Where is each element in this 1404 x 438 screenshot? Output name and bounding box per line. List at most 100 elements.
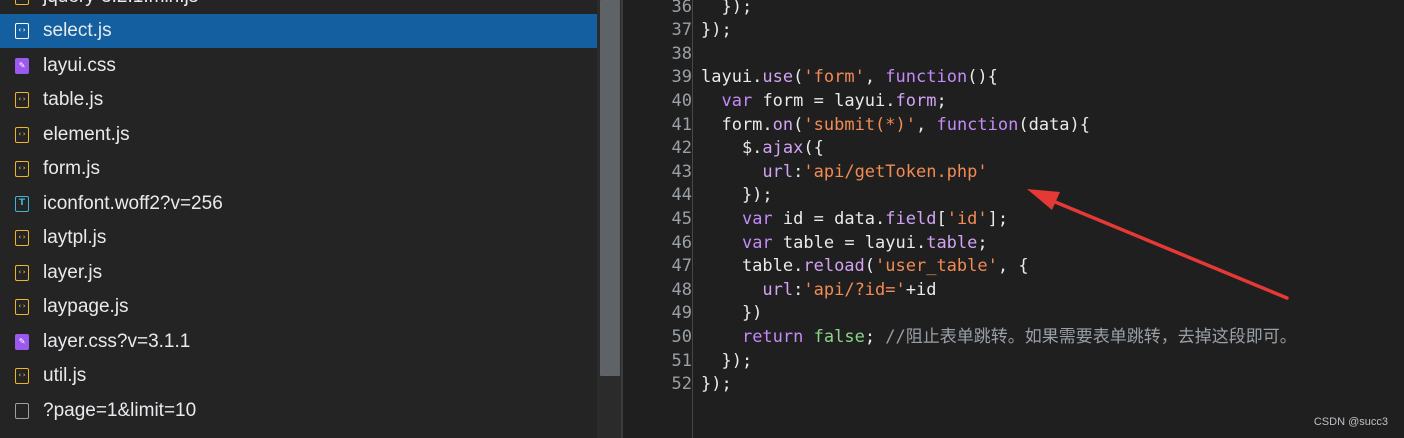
file-name-label: util.js [43, 365, 87, 386]
code-line[interactable]: }); [701, 184, 773, 208]
code-token: form [895, 90, 937, 111]
line-number: 41 [671, 114, 692, 135]
code-token: layui. [701, 67, 763, 88]
code-line[interactable]: layui.use('form', function(){ [701, 66, 998, 90]
line-number: 37 [671, 20, 692, 41]
font-file-icon: T [15, 196, 29, 212]
file-list-item[interactable]: ‹› laypage.js [0, 290, 597, 324]
code-token: }); [701, 350, 753, 371]
line-number-gutter: 36 37 38 39 40 41 42 43 44 45 46 47 48 49 50 51 52 [623, 0, 693, 438]
file-name-label: form.js [43, 158, 100, 179]
code-token: ( [793, 114, 804, 135]
file-name-label: select.js [43, 20, 112, 41]
code-token: form = layui. [752, 90, 896, 111]
file-name-label: table.js [43, 89, 104, 110]
file-list-item[interactable]: ‹› util.js [0, 359, 597, 393]
code-token: }); [701, 0, 753, 17]
code-line[interactable]: var form = layui.form; [701, 90, 947, 114]
code-token: ( [793, 67, 804, 88]
code-token: table = layui. [772, 232, 927, 253]
line-number: 52 [671, 374, 692, 395]
file-name-label: laytpl.js [43, 227, 107, 248]
code-line[interactable]: }); [701, 373, 732, 397]
file-list-item[interactable]: ‹› jquery-3.2.1.min.js [0, 0, 597, 14]
css-file-icon: ✎ [15, 58, 29, 74]
code-token: ({ [803, 138, 824, 159]
code-line[interactable]: var table = layui.table; [701, 232, 988, 256]
code-token: function [885, 67, 968, 88]
code-token: 'api/getToken.php' [803, 161, 988, 182]
line-number: 36 [671, 0, 692, 17]
file-list-item[interactable]: ‹› form.js [0, 152, 597, 186]
file-name-label: layer.js [43, 262, 103, 283]
file-list-item[interactable]: ?page=1&limit=10 [0, 394, 597, 428]
code-line[interactable]: }); [701, 0, 752, 19]
file-list-item[interactable]: ✎ layui.css [0, 49, 597, 83]
js-file-icon: ‹› [15, 23, 29, 39]
line-number: 38 [671, 43, 692, 64]
line-number: 51 [671, 350, 692, 371]
code-token: (){ [967, 67, 998, 88]
code-token: }); [701, 374, 732, 395]
code-token: , [915, 114, 937, 135]
code-token: var [721, 90, 753, 111]
code-line[interactable]: return false; //阻止表单跳转。如果需要表单跳转，去掉这段即可。 [701, 326, 1297, 350]
code-token: }) [701, 303, 763, 324]
code-token: ; [864, 326, 886, 347]
file-list-item[interactable]: ✎ layer.css?v=3.1.1 [0, 325, 597, 359]
file-name-label: jquery-3.2.1.min.js [43, 0, 198, 14]
code-token: 'api/?id=' [803, 279, 906, 300]
file-list-item[interactable]: ‹› select.js [0, 14, 597, 48]
code-token: function [936, 114, 1019, 135]
code-token: false [813, 326, 865, 347]
line-number: 49 [671, 303, 692, 324]
file-list-item[interactable]: Ticonfont.woff2?v=256 [0, 187, 597, 221]
file-list-scrollbar-thumb[interactable] [600, 0, 620, 376]
code-token: : [793, 161, 804, 182]
network-file-list: ‹› jquery-3.2.1.min.js ‹› select.js ✎ layui.c… [0, 0, 597, 438]
code-line[interactable]: form.on('submit(*)', function(data){ [701, 114, 1090, 138]
code-line[interactable]: }); [701, 19, 732, 43]
code-line[interactable]: url:'api/getToken.php' [701, 161, 988, 185]
code-line[interactable]: var id = data.field['id']; [701, 208, 1008, 232]
code-token: , [864, 67, 886, 88]
code-editor[interactable]: 36 37 38 39 40 41 42 43 44 45 46 47 48 49 50 51 52 });})… [623, 0, 1404, 438]
file-name-label: layer.css?v=3.1.1 [43, 331, 191, 352]
document-file-icon [15, 403, 29, 419]
file-list-item[interactable]: ‹› laytpl.js [0, 221, 597, 255]
code-token: table [926, 232, 978, 253]
code-line[interactable]: $.ajax({ [701, 137, 824, 161]
file-list-item[interactable]: ‹› layer.js [0, 256, 597, 290]
code-token: 'user_table' [875, 256, 998, 277]
code-token: 'form' [803, 67, 865, 88]
js-file-icon: ‹› [15, 92, 29, 108]
code-line[interactable]: }); [701, 350, 752, 374]
code-token: +id [905, 279, 937, 300]
code-token: url [762, 161, 794, 182]
code-line[interactable]: table.reload('user_table', { [701, 255, 1029, 279]
line-number: 46 [671, 232, 692, 253]
file-list-item[interactable]: ‹› element.js [0, 118, 597, 152]
code-token: [ [936, 208, 947, 229]
file-name-label: iconfont.woff2?v=256 [43, 193, 223, 214]
code-token: url [762, 279, 794, 300]
code-token: return [741, 326, 804, 347]
file-name-label: ?page=1&limit=10 [43, 400, 197, 421]
code-line[interactable]: url:'api/?id='+id [701, 279, 936, 303]
line-number: 44 [671, 185, 692, 206]
js-file-icon: ‹› [15, 0, 29, 5]
code-token: ; [936, 90, 947, 111]
line-number: 50 [671, 326, 692, 347]
code-line[interactable]: }) [701, 302, 762, 326]
watermark: CSDN @succ3 [1313, 416, 1388, 428]
file-list-item[interactable]: ‹› table.js [0, 83, 597, 117]
js-file-icon: ‹› [15, 368, 29, 384]
code-token: }); [701, 20, 732, 41]
